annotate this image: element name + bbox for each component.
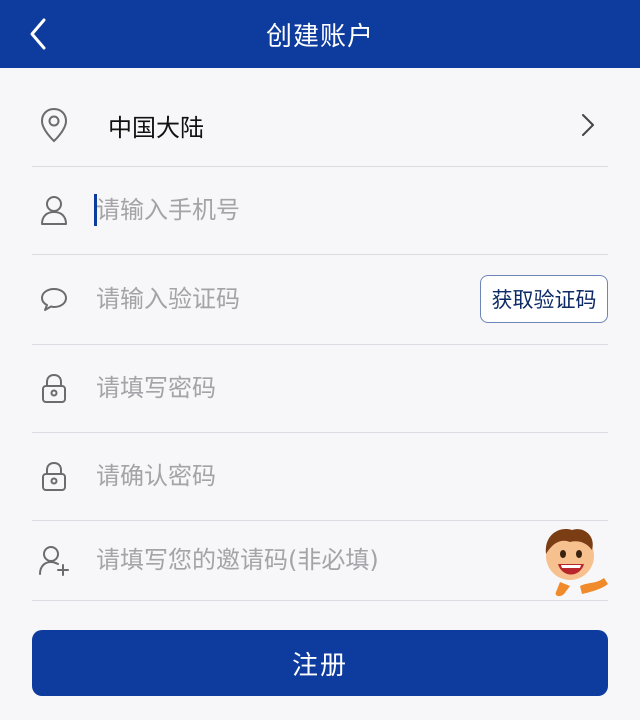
chevron-left-icon [30,18,46,50]
app-header: 创建账户 [0,0,640,68]
location-pin-icon [36,107,72,143]
mascot-illustration [545,529,608,597]
region-value: 中国大陆 [108,113,204,142]
chat-bubble-icon [36,281,72,317]
user-add-icon [36,542,72,578]
region-selector[interactable]: 中国大陆 [32,84,608,167]
register-button[interactable]: 注册 [32,630,608,696]
page-title: 创建账户 [265,21,374,52]
confirm-password-row [32,432,608,521]
back-button[interactable] [18,14,58,54]
lock-icon [36,370,72,406]
lock-icon [36,458,72,494]
user-icon [36,192,72,228]
password-row [32,344,608,433]
phone-input[interactable] [94,187,478,233]
verification-code-row: 获取验证码 [32,254,608,345]
get-code-button[interactable]: 获取验证码 [480,275,608,323]
invite-code-input[interactable] [94,537,518,583]
chevron-right-icon[interactable] [576,107,600,143]
password-input[interactable] [94,365,478,411]
phone-row [32,166,608,255]
confirm-password-input[interactable] [94,453,478,499]
verification-code-input[interactable] [94,276,478,322]
invite-code-row [32,520,608,601]
